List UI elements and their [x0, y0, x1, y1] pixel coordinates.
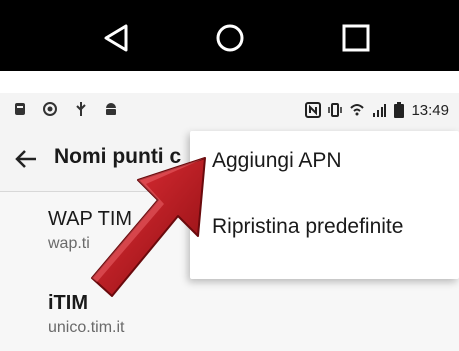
- back-button[interactable]: [96, 18, 136, 58]
- triangle-back-icon: [104, 24, 128, 52]
- clock-time: 13:49: [411, 101, 449, 119]
- vibrate-icon: [328, 103, 343, 117]
- circle-home-icon: [216, 24, 244, 52]
- menu-item-reset-default[interactable]: Ripristina predefinite: [212, 215, 403, 239]
- page-title: Nomi punti c: [54, 145, 182, 168]
- overflow-menu: Aggiungi APN Ripristina predefinite: [190, 131, 459, 279]
- apn-address: unico.tim.it: [48, 319, 125, 336]
- arrow-left-icon: [15, 150, 36, 168]
- apn-address: wap.ti: [48, 235, 90, 252]
- list-item[interactable]: WAP TIM wap.ti: [48, 208, 132, 253]
- apn-name: WAP TIM: [48, 208, 133, 230]
- apn-name: iTIM: [48, 292, 88, 314]
- square-recents-icon: [342, 24, 370, 52]
- menu-item-add-apn[interactable]: Aggiungi APN: [212, 149, 342, 173]
- wifi-icon: [350, 104, 365, 116]
- signal-icon: [373, 104, 387, 117]
- back-arrow-button[interactable]: [14, 147, 38, 171]
- app-notification-icon: [12, 101, 28, 117]
- usb-icon: [73, 101, 89, 117]
- home-button[interactable]: [210, 18, 250, 58]
- list-item[interactable]: iTIM unico.tim.it: [48, 292, 124, 337]
- battery-icon: [394, 102, 405, 118]
- android-icon: [103, 101, 119, 117]
- notification-icons: [12, 101, 129, 119]
- status-bar: 13:49: [0, 93, 459, 127]
- divider-space: [0, 71, 459, 93]
- eye-icon: [42, 101, 58, 117]
- status-right: 13:49: [305, 101, 449, 119]
- nfc-icon: [305, 102, 322, 118]
- navigation-bar: [0, 0, 459, 71]
- recents-button[interactable]: [336, 18, 376, 58]
